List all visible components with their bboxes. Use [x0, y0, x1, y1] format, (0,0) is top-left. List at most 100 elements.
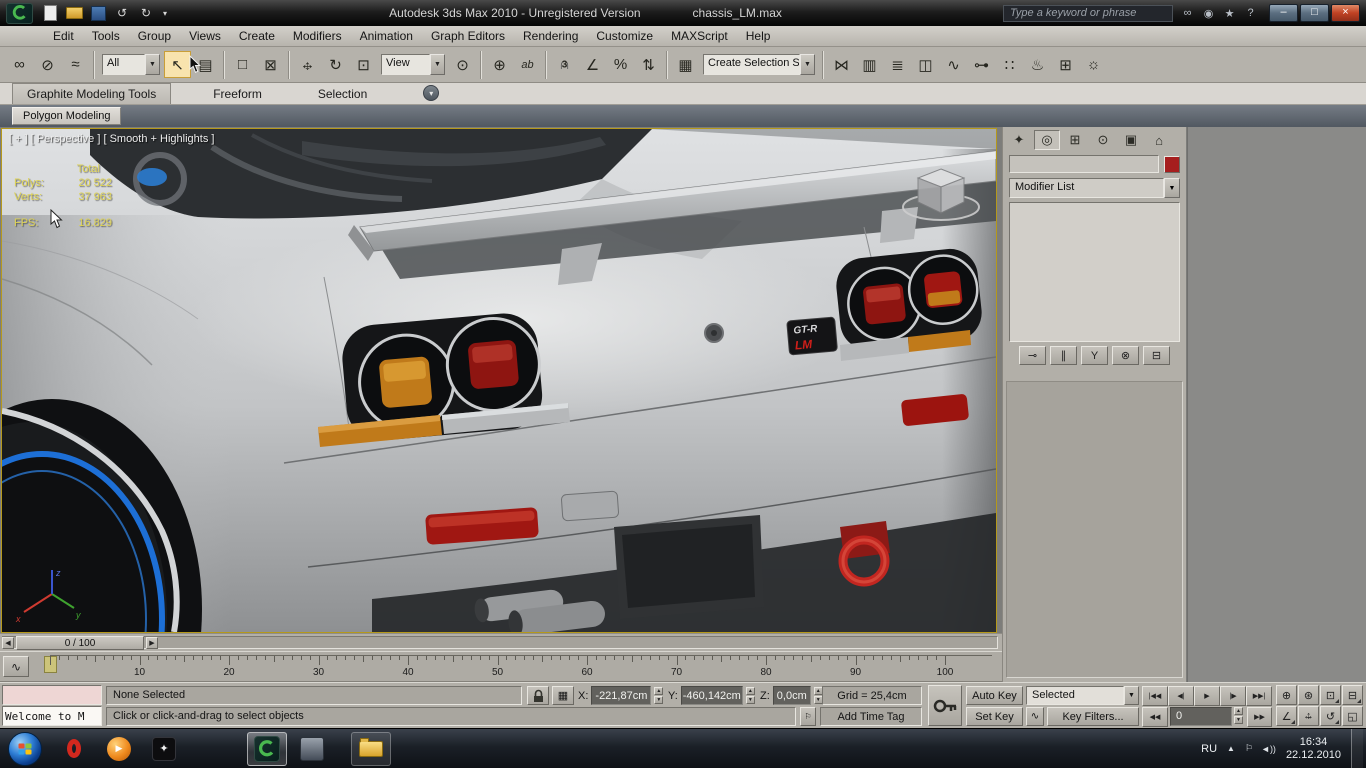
- modifier-list-dropdown[interactable]: Modifier List ▼: [1009, 178, 1180, 198]
- menu-rendering[interactable]: Rendering: [514, 27, 587, 45]
- orbit-icon[interactable]: ↺: [1320, 706, 1341, 726]
- quick-access-dropdown-icon[interactable]: ▾: [159, 4, 171, 22]
- keyboard-shortcut-override-icon[interactable]: ab: [514, 51, 541, 78]
- set-key-button[interactable]: Set Key: [966, 707, 1023, 726]
- render-setup-icon[interactable]: ♨: [1024, 51, 1051, 78]
- taskbar-3dsmax-icon[interactable]: [247, 732, 287, 766]
- z-coordinate-field[interactable]: 0,0cm: [773, 686, 811, 705]
- rectangular-selection-region-icon[interactable]: □: [229, 51, 256, 78]
- render-production-icon[interactable]: ☼: [1080, 51, 1107, 78]
- pan-view-icon[interactable]: ↔↕: [1298, 706, 1319, 726]
- taskbar-opera-icon[interactable]: [54, 732, 94, 766]
- maxscript-mini-listener-macro[interactable]: [2, 685, 102, 705]
- select-and-move-icon[interactable]: ↔↕: [294, 51, 321, 78]
- motion-tab[interactable]: ⊙: [1090, 130, 1116, 150]
- default-tangent-icon[interactable]: ∿: [1026, 707, 1044, 726]
- schematic-view-icon[interactable]: ⊶: [968, 51, 995, 78]
- favorites-icon[interactable]: ★: [1220, 4, 1239, 22]
- start-button[interactable]: [8, 732, 42, 766]
- play-animation-button[interactable]: ▶: [1194, 686, 1220, 706]
- tray-overflow-arrow[interactable]: ▲: [1227, 744, 1235, 753]
- previous-frame-button[interactable]: ◀|: [1168, 686, 1194, 706]
- modify-tab[interactable]: ◎: [1034, 130, 1060, 150]
- select-object-icon[interactable]: ↖: [164, 51, 191, 78]
- redo-icon[interactable]: ↻: [135, 4, 157, 22]
- menu-group[interactable]: Group: [129, 27, 180, 45]
- taskbar-media-player-icon[interactable]: ▶: [99, 732, 139, 766]
- next-frame-button[interactable]: |▶: [1220, 686, 1246, 706]
- maximize-viewport-toggle-icon[interactable]: ◱: [1342, 706, 1363, 726]
- time-tag-icon[interactable]: ⚐: [800, 707, 816, 726]
- zoom-extents-icon[interactable]: ⊡: [1320, 685, 1341, 705]
- select-and-manipulate-icon[interactable]: ⊕: [486, 51, 513, 78]
- viewcube[interactable]: [898, 155, 984, 229]
- utilities-tab[interactable]: ⌂: [1146, 130, 1172, 150]
- remove-modifier-icon[interactable]: ⊗: [1112, 346, 1139, 365]
- layer-manager-icon[interactable]: ≣: [884, 51, 911, 78]
- menu-customize[interactable]: Customize: [587, 27, 662, 45]
- zoom-icon[interactable]: ⊕: [1276, 685, 1297, 705]
- volume-icon[interactable]: ◄)): [1261, 744, 1276, 754]
- communication-center-icon[interactable]: ◉: [1199, 4, 1218, 22]
- x-spinner[interactable]: ▲▼: [654, 687, 663, 704]
- language-indicator[interactable]: RU: [1201, 743, 1217, 755]
- menu-edit[interactable]: Edit: [44, 27, 83, 45]
- window-crossing-icon[interactable]: ⊠: [257, 51, 284, 78]
- ribbon-minimize-button[interactable]: ▾: [423, 85, 439, 101]
- help-icon[interactable]: ?: [1241, 4, 1260, 22]
- application-menu-button[interactable]: [6, 3, 33, 24]
- make-unique-icon[interactable]: Y: [1081, 346, 1108, 365]
- frame-spinner[interactable]: ▲▼: [1234, 707, 1243, 724]
- maximize-button[interactable]: □: [1300, 4, 1329, 22]
- mirror-icon[interactable]: ⋈: [828, 51, 855, 78]
- taskbar-utorrent-icon[interactable]: ✦: [144, 732, 184, 766]
- go-to-end-button-2[interactable]: ▶▶: [1247, 707, 1272, 727]
- percent-snap-icon[interactable]: %: [607, 51, 634, 78]
- configure-modifier-sets-icon[interactable]: ⊟: [1143, 346, 1170, 365]
- menu-graph-editors[interactable]: Graph Editors: [422, 27, 514, 45]
- viewport-label[interactable]: [ + ] [ Perspective ] [ Smooth + Highlig…: [9, 133, 214, 145]
- menu-views[interactable]: Views: [180, 27, 230, 45]
- select-and-rotate-icon[interactable]: ↻: [322, 51, 349, 78]
- zoom-region-icon[interactable]: ⊟: [1342, 685, 1363, 705]
- absolute-mode-transform-icon[interactable]: ▦: [552, 686, 574, 705]
- new-scene-icon[interactable]: [39, 4, 61, 22]
- pin-stack-icon[interactable]: ⊸: [1019, 346, 1046, 365]
- use-pivot-point-center-icon[interactable]: ⊙: [449, 51, 476, 78]
- align-icon[interactable]: ▥: [856, 51, 883, 78]
- auto-key-button[interactable]: Auto Key: [966, 686, 1023, 705]
- named-selection-sets-dropdown[interactable]: Create Selection Se▼: [703, 54, 815, 75]
- perspective-viewport[interactable]: GT-R LM [ + ] [ Perspective ] [ Smooth +…: [1, 128, 997, 633]
- key-mode-dropdown[interactable]: Selected ▼: [1026, 686, 1139, 705]
- open-mini-curve-editor-button[interactable]: ∿: [3, 656, 29, 677]
- minimize-button[interactable]: –: [1269, 4, 1298, 22]
- ribbon-tab-freeform[interactable]: Freeform: [199, 84, 276, 104]
- action-center-icon[interactable]: ⚐: [1245, 743, 1253, 754]
- y-coordinate-field[interactable]: -460,142cm: [681, 686, 743, 705]
- angle-snap-icon[interactable]: ∠: [579, 51, 606, 78]
- menu-modifiers[interactable]: Modifiers: [284, 27, 351, 45]
- open-file-icon[interactable]: [63, 4, 85, 22]
- viewport-3d-scene[interactable]: GT-R LM: [2, 129, 996, 632]
- polygon-modeling-panel[interactable]: Polygon Modeling: [12, 107, 121, 125]
- menu-help[interactable]: Help: [737, 27, 780, 45]
- y-spinner[interactable]: ▲▼: [746, 687, 755, 704]
- material-editor-icon[interactable]: ∷: [996, 51, 1023, 78]
- field-of-view-icon[interactable]: ∠: [1276, 706, 1297, 726]
- object-name-field[interactable]: [1009, 155, 1159, 173]
- unlink-selection-icon[interactable]: ⊘: [34, 51, 61, 78]
- selection-lock-toggle[interactable]: [527, 686, 549, 705]
- spinner-snap-icon[interactable]: ⇅: [635, 51, 662, 78]
- current-frame-field[interactable]: 0: [1170, 707, 1232, 726]
- zoom-all-icon[interactable]: ⊛: [1298, 685, 1319, 705]
- create-tab[interactable]: ✦: [1006, 130, 1032, 150]
- modifier-stack-list[interactable]: [1009, 202, 1180, 342]
- bind-to-space-warp-icon[interactable]: ≈: [62, 51, 89, 78]
- go-to-end-button[interactable]: ▶▶|: [1246, 686, 1272, 706]
- rendered-frame-window-icon[interactable]: ⊞: [1052, 51, 1079, 78]
- ribbon-tab-selection[interactable]: Selection: [304, 84, 381, 104]
- track-bar[interactable]: ∿ 102030405060708090100: [0, 651, 1002, 682]
- show-desktop-button[interactable]: [1351, 729, 1363, 768]
- edit-named-selection-sets-icon[interactable]: ▦: [672, 51, 699, 78]
- show-end-result-icon[interactable]: ∥: [1050, 346, 1077, 365]
